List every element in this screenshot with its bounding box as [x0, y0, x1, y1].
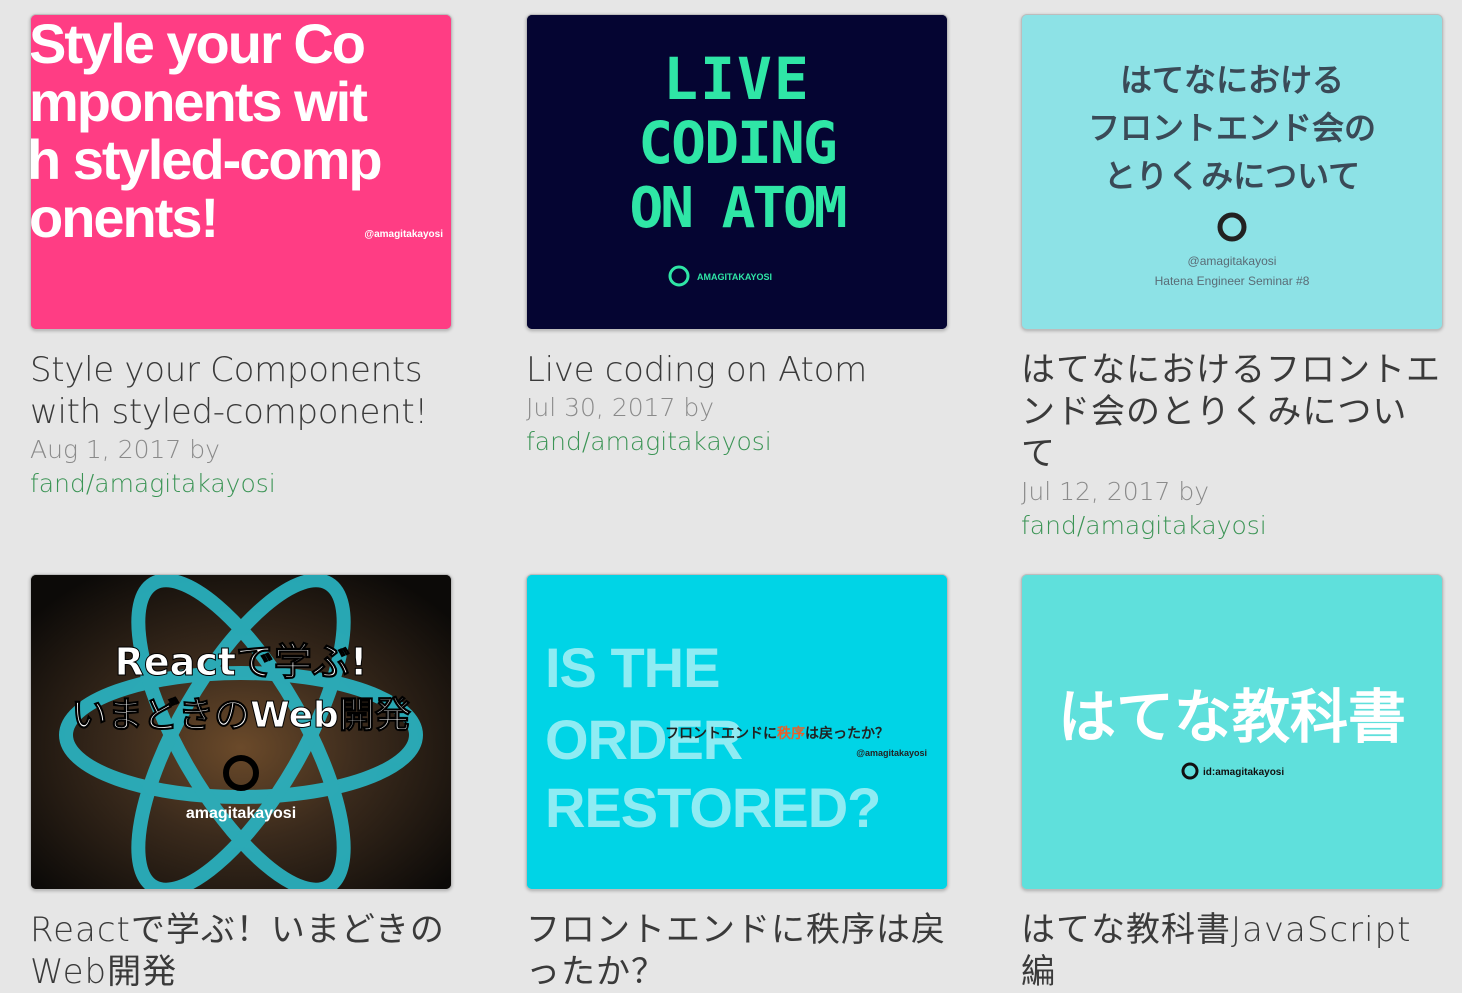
slide-thumbnail-image: はてな教科書 id:amagitakayosi — [1022, 575, 1442, 889]
author-link[interactable]: fand/amagitakayosi — [526, 427, 772, 456]
slide-card: Style your Co mponents wit h styled-comp… — [30, 14, 452, 501]
svg-text:@amagitakayosi: @amagitakayosi — [1188, 254, 1277, 268]
svg-text:とりくみについて: とりくみについて — [1104, 157, 1360, 195]
slide-by: by — [683, 393, 715, 422]
slide-thumbnail-image: LIVE CODING ON ATOM AMAGITAKAYOSI — [527, 15, 947, 329]
slide-meta: Aug 1, 2017 by fand/amagitakayosi — [30, 433, 450, 501]
slide-thumbnail[interactable]: はてな教科書 id:amagitakayosi — [1021, 574, 1443, 890]
svg-text:LIVE: LIVE — [663, 45, 811, 113]
author-link[interactable]: fand/amagitakayosi — [1021, 511, 1267, 540]
svg-text:IS THE: IS THE — [545, 636, 719, 699]
svg-text:フロントエンド会の: フロントエンド会の — [1088, 109, 1376, 147]
slide-by: by — [1178, 477, 1210, 506]
slide-thumbnail-image: Reactで学ぶ! いまどきのWeb開発 amagitakayosi — [31, 575, 451, 889]
svg-text:いまどきのWeb開発: いまどきのWeb開発 — [71, 695, 412, 736]
slide-thumbnail-image: IS THE ORDER RESTORED? フロントエンドに秩序は戻ったか？ … — [527, 575, 947, 889]
slide-date: Aug 1, 2017 — [30, 435, 182, 464]
slide-title-link[interactable]: フロントエンドに秩序は戻ったか？ — [526, 909, 946, 993]
slide-date: Jul 30, 2017 — [526, 393, 676, 422]
slide-title-link[interactable]: Style your Components with styled-compon… — [30, 349, 450, 433]
slide-meta: Jul 30, 2017 by fand/amagitakayosi — [526, 391, 946, 459]
svg-text:@amagitakayosi: @amagitakayosi — [364, 229, 443, 240]
svg-text:Hatena Engineer Seminar #8: Hatena Engineer Seminar #8 — [1155, 274, 1310, 288]
slide-thumbnail[interactable]: はてなにおける フロントエンド会の とりくみについて @amagitakayos… — [1021, 14, 1443, 330]
slide-card: はてなにおける フロントエンド会の とりくみについて @amagitakayos… — [1021, 14, 1443, 543]
svg-text:ON ATOM: ON ATOM — [629, 176, 845, 241]
svg-text:RESTORED?: RESTORED? — [545, 776, 880, 839]
slide-thumbnail[interactable]: Style your Co mponents wit h styled-comp… — [30, 14, 452, 330]
slide-thumbnail[interactable]: LIVE CODING ON ATOM AMAGITAKAYOSI — [526, 14, 948, 330]
svg-text:Reactで学ぶ!: Reactで学ぶ! — [115, 640, 368, 684]
slide-thumbnail-image: Style your Co mponents wit h styled-comp… — [31, 15, 451, 329]
slide-title-link[interactable]: はてな教科書JavaScript編 — [1021, 909, 1441, 993]
slide-by: by — [189, 435, 220, 464]
svg-text:id:amagitakayosi: id:amagitakayosi — [1203, 767, 1284, 778]
slide-title-link[interactable]: Live coding on Atom — [526, 349, 946, 391]
svg-text:h styled-comp: h styled-comp — [31, 128, 381, 191]
svg-text:AMAGITAKAYOSI: AMAGITAKAYOSI — [697, 272, 772, 282]
slide-meta: Jul 12, 2017 by fand/amagitakayosi — [1021, 475, 1441, 543]
slide-card: LIVE CODING ON ATOM AMAGITAKAYOSI Live c… — [526, 14, 948, 459]
svg-text:@amagitakayosi: @amagitakayosi — [856, 748, 927, 758]
slide-card: IS THE ORDER RESTORED? フロントエンドに秩序は戻ったか？ … — [526, 574, 948, 993]
slide-thumbnail[interactable]: IS THE ORDER RESTORED? フロントエンドに秩序は戻ったか？ … — [526, 574, 948, 890]
slide-thumbnail-image: はてなにおける フロントエンド会の とりくみについて @amagitakayos… — [1022, 15, 1442, 329]
svg-text:mponents wit: mponents wit — [31, 70, 367, 133]
slide-title-link[interactable]: はてなにおけるフロントエンド会のとりくみについて — [1021, 349, 1441, 475]
slide-card: Reactで学ぶ! いまどきのWeb開発 amagitakayosi React… — [30, 574, 452, 993]
svg-text:onents!: onents! — [31, 186, 217, 249]
slide-thumbnail[interactable]: Reactで学ぶ! いまどきのWeb開発 amagitakayosi — [30, 574, 452, 890]
svg-text:Style your Co: Style your Co — [31, 15, 365, 75]
slide-card: はてな教科書 id:amagitakayosi はてな教科書JavaScript… — [1021, 574, 1443, 993]
svg-text:はてな教科書: はてな教科書 — [1058, 683, 1406, 751]
svg-text:はてなにおける: はてなにおける — [1120, 61, 1344, 99]
svg-text:フロントエンドに秩序は戻ったか？: フロントエンドに秩序は戻ったか？ — [665, 725, 889, 742]
svg-text:amagitakayosi: amagitakayosi — [186, 805, 296, 822]
slide-title-link[interactable]: Reactで学ぶ！いまどきのWeb開発 — [30, 909, 450, 993]
svg-text:CODING: CODING — [638, 109, 836, 177]
slide-date: Jul 12, 2017 — [1021, 477, 1171, 506]
author-link[interactable]: fand/amagitakayosi — [30, 469, 276, 498]
